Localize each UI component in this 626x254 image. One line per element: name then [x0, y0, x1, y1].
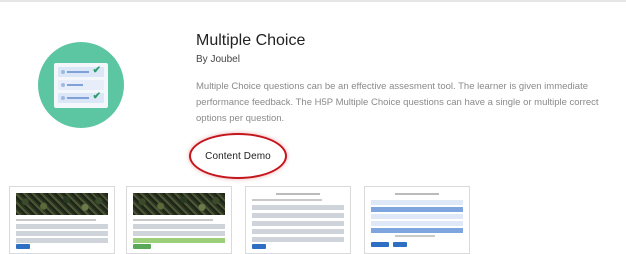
content-type-title: Multiple Choice	[196, 32, 306, 49]
check-icon: ✔	[92, 91, 101, 102]
icon-option-row	[58, 80, 104, 90]
screenshot-thumbnail[interactable]	[126, 186, 232, 254]
screenshot-photo	[133, 193, 225, 215]
icon-option-row: ✔	[58, 91, 104, 103]
multiple-choice-icon: ✔ ✔	[38, 42, 124, 128]
screenshot-thumbnail[interactable]	[9, 186, 115, 254]
screenshot-gallery	[9, 186, 626, 254]
top-divider	[0, 0, 626, 2]
screenshot-thumbnail[interactable]	[364, 186, 470, 254]
content-type-author: By Joubel	[196, 54, 240, 65]
screenshot-photo	[16, 193, 108, 215]
icon-question-card: ✔ ✔	[54, 63, 108, 108]
icon-option-row: ✔	[58, 65, 104, 77]
content-type-description: Multiple Choice questions can be an effe…	[196, 81, 599, 124]
screenshot-thumbnail[interactable]	[245, 186, 351, 254]
demo-highlight-ring: Content Demo	[189, 133, 287, 179]
check-icon: ✔	[92, 65, 101, 76]
content-demo-button[interactable]: Content Demo	[205, 151, 271, 162]
